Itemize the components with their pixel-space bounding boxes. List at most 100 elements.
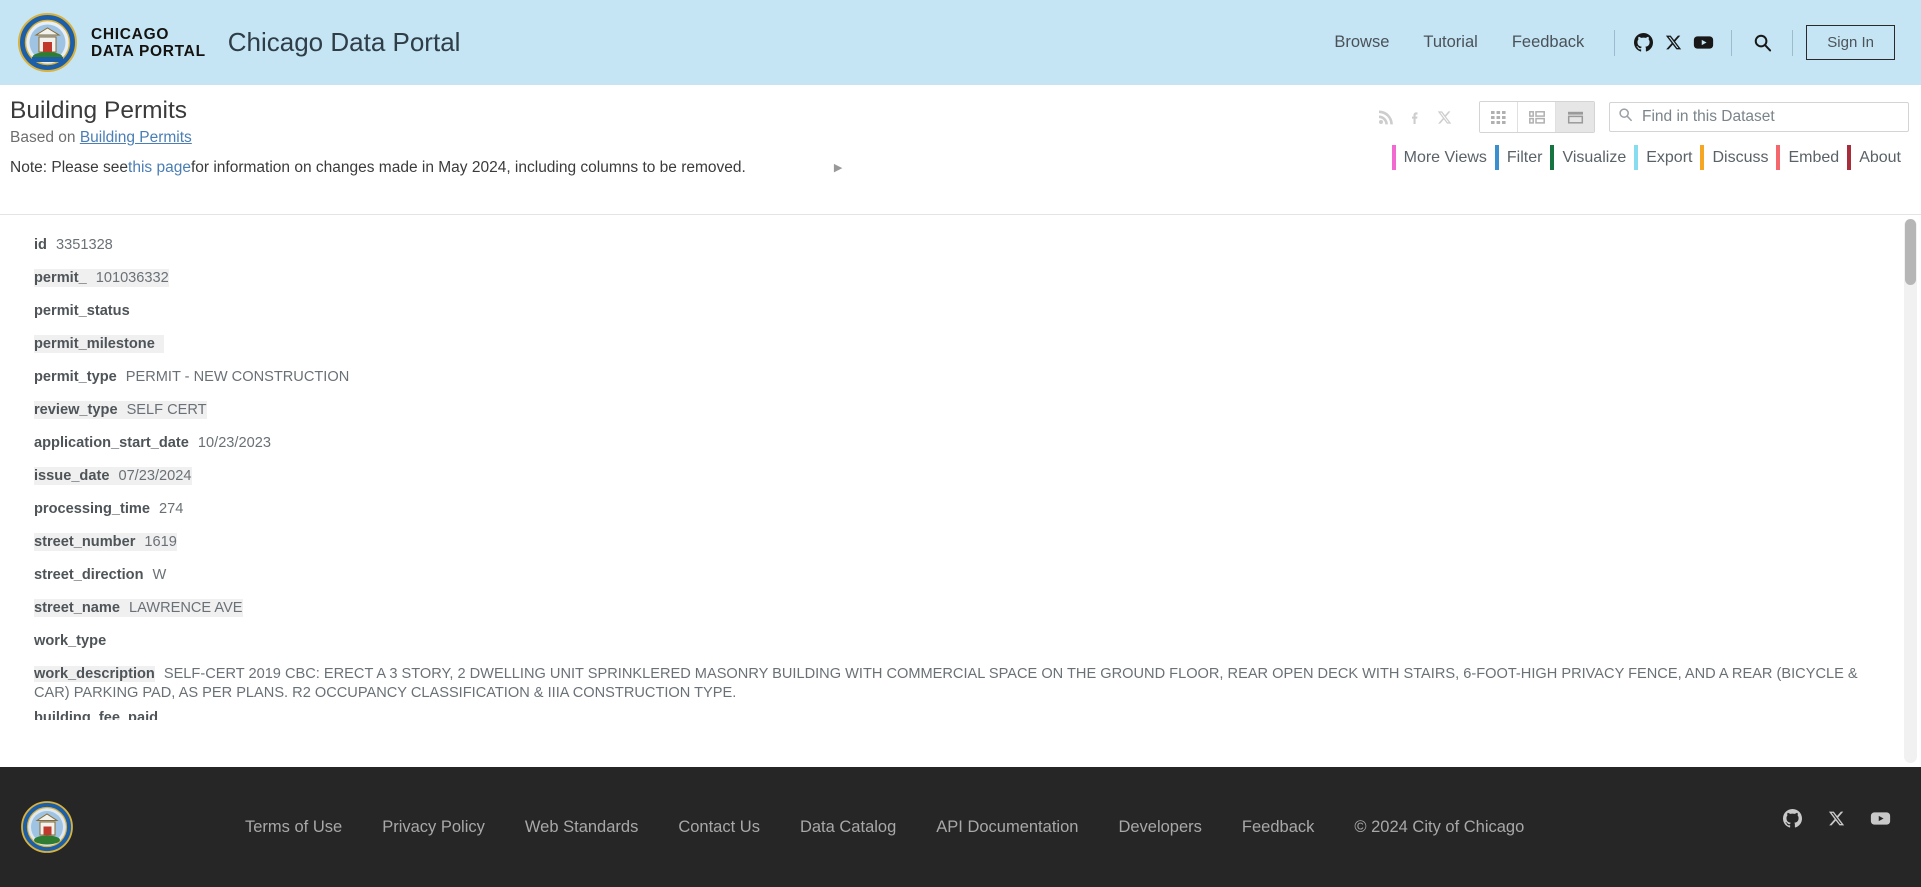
footer-social-icons [1777,805,1895,831]
find-in-dataset-box[interactable] [1609,102,1909,132]
field-key: permit_ [34,270,87,286]
site-footer: Terms of Use Privacy Policy Web Standard… [0,767,1921,887]
record-scroll-area: id 3351328 permit_ 101036332 permit_status… [0,215,1899,767]
tab-label: Visualize [1562,149,1627,166]
field-key: permit_milestone [34,336,155,352]
tab-embed[interactable]: Embed [1776,145,1847,170]
share-icon-group [1373,104,1457,130]
github-icon[interactable] [1777,805,1807,831]
table-row[interactable]: street_direction W [0,559,1899,592]
x-twitter-icon[interactable] [1431,104,1457,130]
footer-privacy-policy[interactable]: Privacy Policy [362,818,505,837]
view-mode-card[interactable] [1518,102,1556,132]
youtube-icon[interactable] [1688,30,1718,56]
field-key: permit_type [34,369,117,385]
field-key: permit_status [34,303,130,319]
tab-about[interactable]: About [1847,145,1909,170]
chicago-city-seal-icon [21,801,73,853]
header-divider [1614,29,1616,56]
site-header: CHICAGO DATA PORTAL Chicago Data Portal … [0,0,1921,85]
field-value: W [152,567,167,583]
field-key: street_number [34,534,136,550]
youtube-icon[interactable] [1865,805,1895,831]
header-nav: Browse Tutorial Feedback Sign In [1317,25,1895,60]
nav-browse[interactable]: Browse [1317,33,1406,52]
footer-contact-us[interactable]: Contact Us [658,818,780,837]
field-value: 1619 [144,534,177,550]
wordmark-line-1: CHICAGO [91,25,170,43]
field-value: 3351328 [55,237,113,253]
brand-logo[interactable]: CHICAGO DATA PORTAL [18,13,206,72]
tab-label: Export [1646,149,1693,166]
x-twitter-icon[interactable] [1821,805,1851,831]
footer-feedback[interactable]: Feedback [1222,818,1334,837]
note-suffix: for information on changes made in May 2… [190,159,746,176]
field-key: id [34,237,47,253]
table-row[interactable]: review_type SELF CERT [0,394,1899,427]
wordmark-line-2: DATA PORTAL [91,42,206,60]
footer-terms-of-use[interactable]: Terms of Use [225,818,362,837]
table-row[interactable]: processing_time 274 [0,493,1899,526]
footer-web-standards[interactable]: Web Standards [505,818,658,837]
tab-visualize[interactable]: Visualize [1550,145,1634,170]
github-icon[interactable] [1628,30,1658,56]
table-row[interactable]: permit_ 101036332 [0,262,1899,295]
field-value: 101036332 [95,270,169,286]
table-row-clipped[interactable]: building_fee_paid [0,710,1899,720]
field-key: application_start_date [34,435,189,451]
table-row[interactable]: id 3351328 [0,229,1899,262]
field-key: review_type [34,402,118,418]
tab-export[interactable]: Export [1634,145,1700,170]
field-value: SELF-CERT 2019 CBC: ERECT A 3 STORY, 2 D… [34,666,1858,701]
field-key: issue_date [34,468,110,484]
table-row[interactable]: permit_status [0,295,1899,328]
tab-label: Filter [1506,149,1543,166]
chicago-city-seal-icon [18,13,77,72]
header-divider-2 [1731,29,1733,56]
rss-icon[interactable] [1373,104,1399,130]
nav-tutorial[interactable]: Tutorial [1406,33,1494,52]
note-this-page-link[interactable]: this page [128,158,191,178]
tab-label: Embed [1788,149,1840,166]
view-mode-toggle-group [1479,101,1595,133]
table-row[interactable]: work_description SELF-CERT 2019 CBC: EREC… [0,658,1899,710]
scrollbar-thumb[interactable] [1905,219,1916,285]
x-twitter-icon[interactable] [1658,30,1688,56]
tab-label: Discuss [1712,149,1769,166]
table-row[interactable]: application_start_date 10/23/2023 [0,427,1899,460]
nav-feedback[interactable]: Feedback [1495,33,1601,52]
field-key: processing_time [34,501,150,517]
footer-data-catalog[interactable]: Data Catalog [780,818,916,837]
field-key: street_name [34,600,120,616]
based-on-link[interactable]: Building Permits [80,129,192,146]
note-expand-caret-icon[interactable]: ▶ [834,158,842,178]
table-row[interactable]: street_name LAWRENCE AVE [0,592,1899,625]
table-row[interactable]: work_type [0,625,1899,658]
dataset-toolbar [1373,101,1909,133]
tab-filter[interactable]: Filter [1494,145,1551,170]
footer-nav: Terms of Use Privacy Policy Web Standard… [225,818,1544,837]
tab-label: More Views [1403,149,1487,166]
field-value: 274 [158,501,184,517]
vertical-scrollbar[interactable] [1904,219,1917,763]
field-value: 07/23/2024 [118,468,192,484]
footer-developers[interactable]: Developers [1098,818,1221,837]
tab-discuss[interactable]: Discuss [1700,145,1776,170]
sign-in-button[interactable]: Sign In [1806,25,1895,60]
portal-title: Chicago Data Portal [227,27,461,57]
based-on-prefix: Based on [10,129,80,146]
field-value: 10/23/2023 [197,435,271,451]
table-row[interactable]: permit_type PERMIT - NEW CONSTRUCTION [0,361,1899,394]
tab-more-views[interactable]: More Views [1391,145,1495,170]
view-mode-single[interactable] [1556,102,1594,132]
facebook-icon[interactable] [1402,104,1428,130]
search-input[interactable] [1640,107,1900,127]
field-value: LAWRENCE AVE [129,600,243,616]
table-row[interactable]: issue_date 07/23/2024 [0,460,1899,493]
table-row[interactable]: street_number 1619 [0,526,1899,559]
view-mode-grid[interactable] [1480,102,1518,132]
brand-wordmark: CHICAGO DATA PORTAL [91,26,206,60]
search-icon[interactable] [1745,29,1779,57]
table-row[interactable]: permit_milestone [0,328,1899,361]
footer-api-documentation[interactable]: API Documentation [916,818,1098,837]
